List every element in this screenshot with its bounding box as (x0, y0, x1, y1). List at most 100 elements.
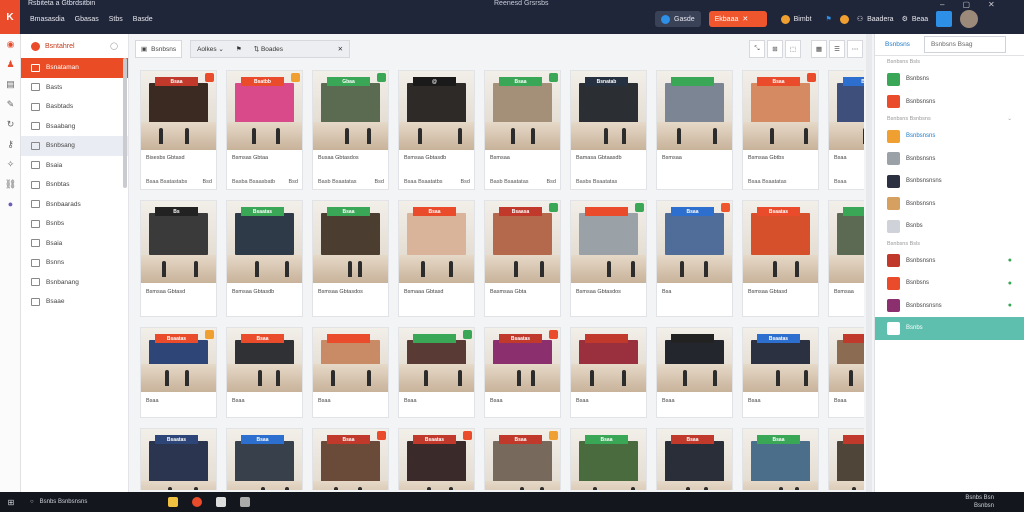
image-card[interactable]: Bsatbb Bsmsas Gbtaa Basba Bsaasbatb Bsd (226, 70, 303, 190)
image-card[interactable]: Bsaatas Bsmsaa Gbtasd (742, 200, 819, 317)
panel-search-input[interactable]: Bsnbsns Bsag (923, 36, 1006, 53)
panel-item[interactable]: Bsnbsns ● (875, 272, 1024, 295)
card-thumbnail[interactable]: Bsaatas (227, 201, 302, 283)
card-thumbnail[interactable]: Gbaa (313, 71, 388, 150)
image-card[interactable]: Bs Bsaa Bsaa (828, 70, 864, 190)
card-thumbnail[interactable]: Bs (829, 71, 864, 150)
refresh-icon[interactable]: ↻ (0, 114, 21, 134)
window-close-icon[interactable]: ✕ (988, 0, 995, 9)
card-thumbnail[interactable]: Bsaatas (743, 201, 818, 283)
home-icon[interactable]: ◉ (0, 34, 21, 54)
globe-icon[interactable]: ● (0, 194, 21, 214)
status-badge[interactable] (549, 330, 558, 339)
sidebar-scrollbar[interactable] (123, 58, 127, 188)
status-badge[interactable] (721, 203, 730, 212)
maximize-icon[interactable]: ▢ (962, 0, 970, 9)
status-badge[interactable] (291, 73, 300, 82)
grid-scrollbar[interactable] (866, 34, 872, 492)
menu-item-4[interactable]: Basde (133, 16, 153, 23)
card-thumbnail[interactable]: Bsaa (743, 71, 818, 150)
status-badge[interactable] (549, 73, 558, 82)
tab-primary[interactable]: Bsnbsns (885, 41, 910, 48)
folder-icon[interactable] (168, 497, 178, 507)
image-card[interactable]: Bsaatas (398, 428, 475, 490)
sidebar-item[interactable]: Bsaae (21, 292, 128, 312)
menu-item-3[interactable]: Stbs (109, 16, 123, 23)
image-card[interactable]: Bsmsaa Gbtasdos (570, 200, 647, 317)
menu-item-1[interactable]: Bmasasdia (30, 16, 65, 23)
card-thumbnail[interactable]: Bsaa (743, 429, 818, 490)
status-badge[interactable] (377, 431, 386, 440)
image-card[interactable] (828, 428, 864, 490)
image-card[interactable]: Bsaasa Basmsaa Gbta (484, 200, 561, 317)
card-thumbnail[interactable]: Bsaa (399, 201, 474, 283)
image-card[interactable]: Bsaa Bsaa (226, 327, 303, 418)
sidebar-item[interactable]: Bsnbtas (21, 175, 128, 195)
card-thumbnail[interactable] (571, 328, 646, 392)
link-icon[interactable]: ⛓ (0, 174, 21, 194)
image-card[interactable]: Gbaa Busaa Gbtasdos Basb Bsaatatas Bsd (312, 70, 389, 190)
status-badge[interactable] (807, 73, 816, 82)
zoom-in-icon[interactable]: ⊞ (767, 40, 783, 58)
app-logo-icon[interactable]: K (0, 0, 20, 34)
panel-item[interactable]: Bsnbsnsnsns (875, 170, 1024, 193)
image-card[interactable]: Bsaa (398, 327, 475, 418)
sidebar-item[interactable]: Bsaabang (21, 117, 128, 137)
panel-item[interactable]: Bsnbsnsns ● (875, 250, 1024, 273)
image-card[interactable]: Bsaatas Bsaa (484, 327, 561, 418)
user-menu[interactable]: ⚇ Baadera (857, 15, 894, 24)
status-badge[interactable] (635, 203, 644, 212)
image-card[interactable]: Bsaa (312, 327, 389, 418)
sidebar-item[interactable]: Bsaia (21, 156, 128, 176)
panel-item[interactable]: Bsnbsnsnsns ● (875, 295, 1024, 318)
clear-filter-icon[interactable]: ✕ (338, 45, 343, 53)
card-thumbnail[interactable]: Bsaatas (485, 328, 560, 392)
card-thumbnail[interactable]: Bsaatas (743, 328, 818, 392)
card-thumbnail[interactable] (313, 328, 388, 392)
card-thumbnail[interactable]: Bsaa (313, 429, 388, 490)
image-card[interactable]: Bsmsaa (656, 70, 733, 190)
card-thumbnail[interactable] (399, 328, 474, 392)
panel-item[interactable]: Bsnbsnsns (875, 91, 1024, 114)
zoom-out-icon[interactable]: ⤡ (749, 40, 765, 58)
card-thumbnail[interactable]: Bsaa (657, 429, 732, 490)
card-thumbnail[interactable]: Bsaa (485, 429, 560, 490)
card-thumbnail[interactable]: Bsaatas (399, 429, 474, 490)
image-card[interactable]: Bsaa Bsmsaa Gbtbs Bsaa Bsaatatas (742, 70, 819, 190)
app-icon[interactable] (216, 497, 226, 507)
card-thumbnail[interactable] (829, 429, 864, 490)
image-card[interactable]: Bsaa (312, 428, 389, 490)
image-card[interactable]: @ Bsmsaa Gbtasdb Bsaa Bsaatatbs Bsd (398, 70, 475, 190)
card-thumbnail[interactable] (657, 328, 732, 392)
more-icon[interactable]: ⋯ (847, 40, 863, 58)
collapse-icon[interactable]: ◯ (110, 42, 118, 50)
card-thumbnail[interactable]: Bsaa (227, 429, 302, 490)
card-thumbnail[interactable]: Bsaa (571, 429, 646, 490)
image-card[interactable]: Bsaa (226, 428, 303, 490)
card-thumbnail[interactable]: Bsaa (141, 71, 216, 150)
status-badge[interactable] (463, 330, 472, 339)
panel-item[interactable]: Bsnbsnsns (875, 148, 1024, 171)
card-thumbnail[interactable] (657, 71, 732, 150)
status-badge[interactable] (205, 330, 214, 339)
filter-bar[interactable]: Aolkes ⌄ ⚑ ⇅ Boades ✕ (190, 40, 351, 58)
star-icon[interactable]: ✧ (0, 154, 21, 174)
card-thumbnail[interactable]: Bsaa (227, 328, 302, 392)
image-card[interactable]: Bsaa Bsmsaa Gbtasdos (312, 200, 389, 317)
panel-item[interactable]: Bsnbsns (875, 68, 1024, 91)
image-card[interactable]: Bsnatab Bamasa Gbtaasdb Basbs Bsaatatas (570, 70, 647, 190)
sidebar-item[interactable]: Bsnbs (21, 214, 128, 234)
card-thumbnail[interactable] (829, 201, 864, 283)
image-card[interactable]: Bsaa Bisesbs Gbtasd Bsaa Bsatastabs Bsd (140, 70, 217, 190)
sidebar-item[interactable]: Basts (21, 78, 128, 98)
panel-item[interactable]: Bsnbsnsns (875, 193, 1024, 216)
status-badge[interactable] (205, 73, 214, 82)
start-icon[interactable]: ⊞ (0, 498, 22, 507)
image-card[interactable]: Bsaa (742, 428, 819, 490)
tag-icon[interactable]: ⚑ (236, 45, 242, 53)
avatar[interactable] (960, 10, 979, 28)
card-thumbnail[interactable] (571, 201, 646, 283)
image-card[interactable]: Bs Bsmsaa Gbtasd (140, 200, 217, 317)
card-thumbnail[interactable]: @ (399, 71, 474, 150)
image-card[interactable]: Bsaa Bsmaaa Gbtasd (398, 200, 475, 317)
